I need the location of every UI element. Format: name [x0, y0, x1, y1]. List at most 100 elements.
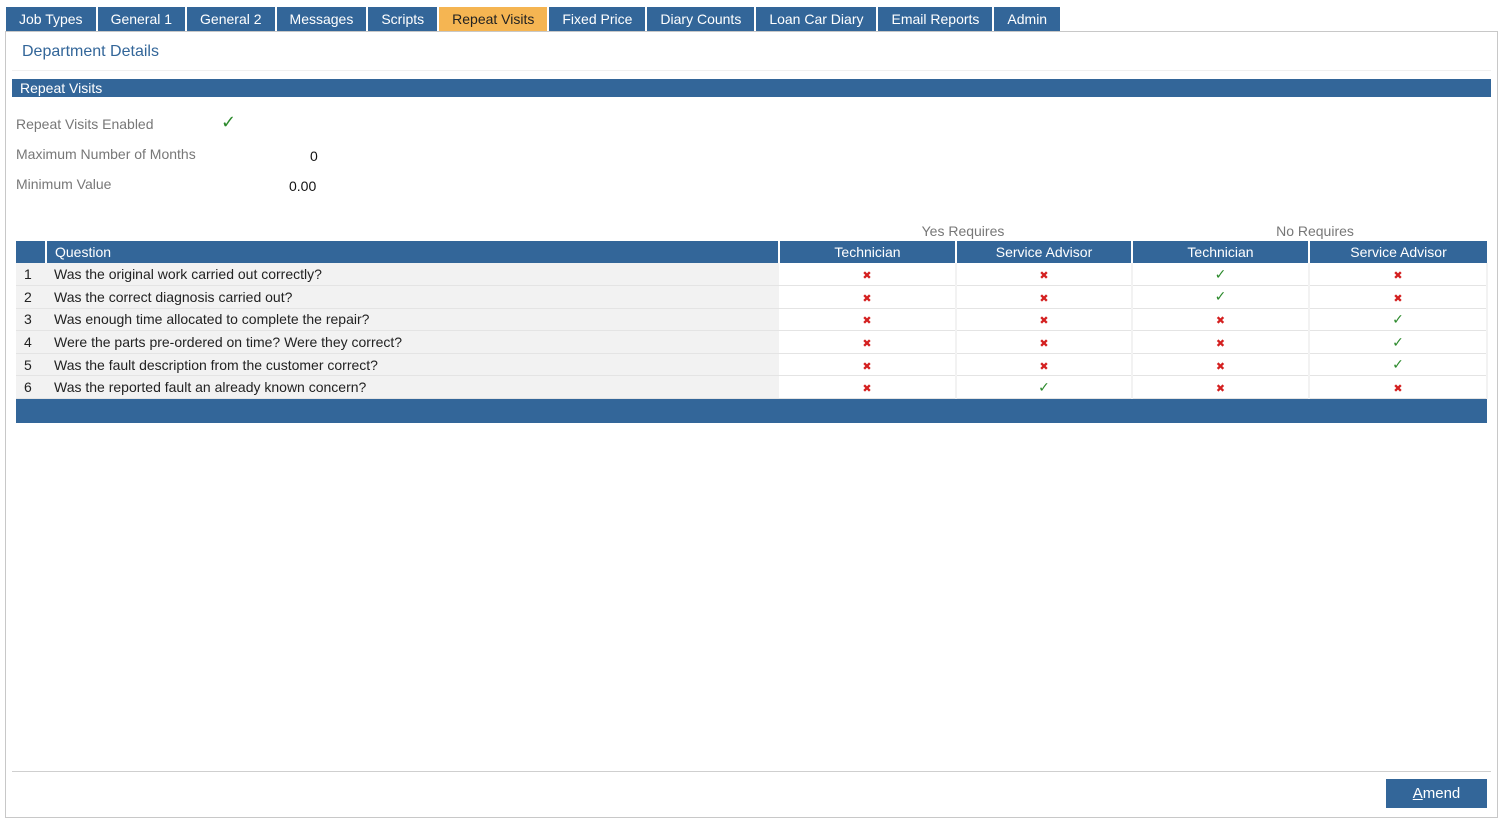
yes-service-advisor-cell: ✖ — [956, 353, 1133, 377]
check-icon: ✓ — [1038, 378, 1050, 395]
cross-icon: ✖ — [862, 292, 872, 305]
table-footer — [16, 398, 1487, 423]
yes-service-advisor-cell: ✖ — [956, 285, 1133, 309]
tab-fixed-price[interactable]: Fixed Price — [549, 7, 646, 32]
row-number: 4 — [16, 330, 46, 354]
col-yes-service-advisor-header[interactable]: Service Advisor — [956, 241, 1133, 263]
yes-technician-cell: ✖ — [779, 375, 957, 400]
no-technician-cell: ✖ — [1132, 353, 1310, 377]
cross-icon: ✖ — [1039, 338, 1049, 351]
no-service-advisor-cell: ✖ — [1309, 263, 1488, 287]
cross-icon: ✖ — [1215, 338, 1226, 351]
question-cell: Was the reported fault an already known … — [46, 375, 779, 400]
page-title: Department Details — [22, 43, 159, 60]
yes-technician-cell: ✖ — [779, 353, 957, 377]
cross-icon: ✖ — [1215, 360, 1226, 373]
row-number: 6 — [16, 375, 46, 400]
col-no-technician-header[interactable]: Technician — [1132, 241, 1310, 263]
row-number: 2 — [16, 285, 46, 309]
table-row[interactable]: 2 Was the correct diagnosis carried out? ✖… — [16, 285, 1488, 309]
table-row[interactable]: 5 Was the fault description from the cust… — [16, 353, 1488, 377]
max-months-value: 0 — [310, 148, 318, 164]
yes-service-advisor-cell: ✖ — [956, 330, 1133, 354]
max-months-label: Maximum Number of Months — [16, 146, 196, 162]
tab-diary-counts[interactable]: Diary Counts — [647, 7, 755, 32]
no-service-advisor-cell: ✓ — [1309, 308, 1488, 332]
cross-icon: ✖ — [1393, 383, 1403, 396]
check-icon: ✓ — [1392, 333, 1404, 350]
table-row[interactable]: 6 Was the reported fault an already known… — [16, 375, 1488, 400]
table-row[interactable]: 3 Was enough time allocated to complete t… — [16, 308, 1488, 332]
content-panel: Department Details Repeat Visits Repeat … — [5, 31, 1498, 818]
no-technician-cell: ✖ — [1132, 308, 1310, 332]
questions-table: Question Technician Service Advisor Tech… — [16, 241, 1488, 423]
question-cell: Was enough time allocated to complete th… — [46, 308, 779, 332]
min-value-value: 0.00 — [289, 178, 317, 194]
check-icon: ✓ — [221, 112, 237, 132]
footer-divider — [12, 771, 1491, 772]
check-icon: ✓ — [1214, 265, 1227, 282]
tab-loan-car-diary[interactable]: Loan Car Diary — [756, 7, 877, 32]
col-no-service-advisor-header[interactable]: Service Advisor — [1309, 241, 1487, 263]
check-icon: ✓ — [1392, 356, 1404, 373]
no-technician-cell: ✓ — [1132, 285, 1310, 309]
yes-technician-cell: ✖ — [779, 308, 957, 332]
check-icon: ✓ — [1392, 310, 1404, 327]
yes-service-advisor-cell: ✖ — [956, 308, 1133, 332]
cross-icon: ✖ — [1215, 383, 1226, 396]
repeat-visits-enabled-label: Repeat Visits Enabled — [16, 116, 154, 132]
cross-icon: ✖ — [1039, 360, 1049, 373]
question-cell: Were the parts pre-ordered on time? Were… — [46, 330, 779, 354]
col-yes-technician-header[interactable]: Technician — [779, 241, 957, 263]
tab-general-2[interactable]: General 2 — [187, 7, 275, 32]
amend-button[interactable]: Amend — [1386, 779, 1487, 808]
tab-job-types[interactable]: Job Types — [6, 7, 96, 32]
col-question-header[interactable]: Question — [46, 241, 780, 263]
check-icon: ✓ — [1214, 288, 1227, 305]
tab-messages[interactable]: Messages — [276, 7, 367, 32]
no-service-advisor-cell: ✓ — [1309, 353, 1488, 377]
amend-accelerator: A — [1412, 785, 1423, 802]
tab-general-1[interactable]: General 1 — [97, 7, 186, 32]
title-divider — [12, 70, 1491, 71]
table-row[interactable]: 1 Was the original work carried out corre… — [16, 263, 1488, 287]
cross-icon: ✖ — [862, 270, 872, 283]
tab-repeat-visits[interactable]: Repeat Visits — [439, 7, 548, 32]
cross-icon: ✖ — [862, 360, 872, 373]
table-row[interactable]: 4 Were the parts pre-ordered on time? Wer… — [16, 330, 1488, 354]
tab-email-reports[interactable]: Email Reports — [878, 7, 993, 32]
tab-scripts[interactable]: Scripts — [368, 7, 438, 32]
yes-requires-heading: Yes Requires — [921, 223, 1005, 239]
col-num-header — [16, 241, 47, 263]
no-technician-cell: ✖ — [1132, 375, 1310, 400]
cross-icon: ✖ — [862, 383, 872, 396]
section-header: Repeat Visits — [12, 79, 1491, 97]
table-header-row: Question Technician Service Advisor Tech… — [16, 241, 1487, 263]
question-cell: Was the fault description from the custo… — [46, 353, 779, 377]
cross-icon: ✖ — [1039, 315, 1049, 328]
no-requires-heading: No Requires — [1276, 223, 1354, 239]
row-number: 1 — [16, 263, 46, 287]
cross-icon: ✖ — [1039, 292, 1049, 305]
row-number: 3 — [16, 308, 46, 332]
no-technician-cell: ✖ — [1132, 330, 1310, 354]
no-service-advisor-cell: ✖ — [1309, 375, 1488, 400]
no-service-advisor-cell: ✖ — [1309, 285, 1488, 309]
cross-icon: ✖ — [1393, 270, 1403, 283]
row-number: 5 — [16, 353, 46, 377]
tab-bar: Job Types General 1 General 2 Messages S… — [6, 7, 1062, 32]
cross-icon: ✖ — [862, 315, 872, 328]
question-cell: Was the correct diagnosis carried out? — [46, 285, 779, 309]
yes-technician-cell: ✖ — [779, 285, 957, 309]
tab-admin[interactable]: Admin — [994, 7, 1061, 32]
amend-label: mend — [1422, 785, 1461, 802]
no-technician-cell: ✓ — [1132, 263, 1310, 287]
cross-icon: ✖ — [1215, 315, 1226, 328]
cross-icon: ✖ — [1039, 270, 1049, 283]
question-cell: Was the original work carried out correc… — [46, 263, 779, 287]
yes-service-advisor-cell: ✓ — [956, 375, 1133, 400]
yes-technician-cell: ✖ — [779, 263, 957, 287]
min-value-label: Minimum Value — [16, 176, 112, 192]
cross-icon: ✖ — [862, 338, 872, 351]
yes-technician-cell: ✖ — [779, 330, 957, 354]
